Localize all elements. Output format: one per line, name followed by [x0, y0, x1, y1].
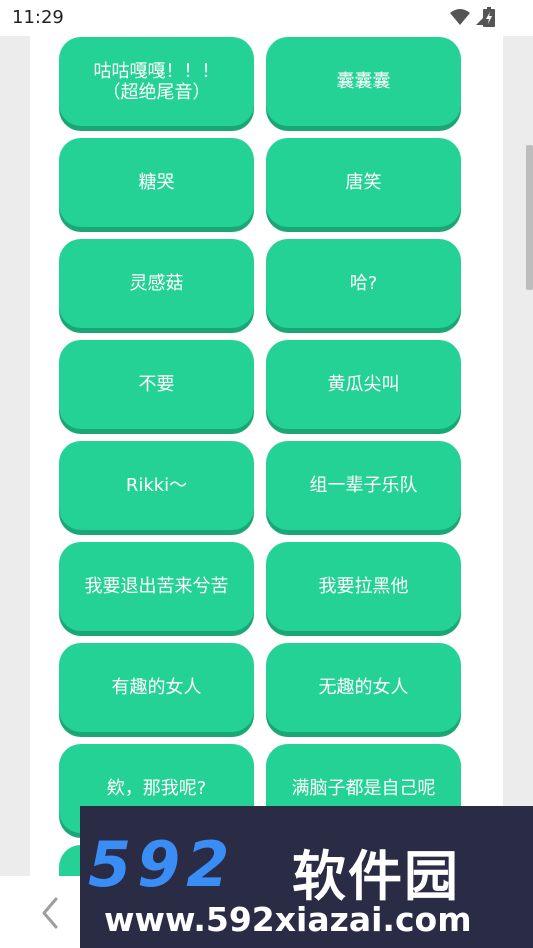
sound-button[interactable]: 黄瓜尖叫 [266, 340, 461, 429]
wifi-icon [450, 9, 470, 25]
sound-button[interactable]: 我要退出苦来兮苦 [59, 542, 254, 631]
status-bar: 11:29 [0, 0, 533, 36]
sound-button[interactable]: Rikki～ [59, 441, 254, 530]
back-chevron-icon[interactable] [38, 896, 62, 930]
sound-button[interactable]: 有趣的女人 [59, 643, 254, 732]
watermark-banner: 592 软件园 www.592xiazai.com [80, 806, 533, 948]
watermark-url: www.592xiazai.com [104, 900, 472, 939]
sound-button[interactable]: 灵感菇 [59, 239, 254, 328]
sound-button-grid: 咕咕嘎嘎！！！ （超绝尾音） 囊囊囊 糖哭 唐笑 灵感菇 哈? 不要 黄瓜尖叫 … [59, 37, 461, 934]
sound-button[interactable]: 唐笑 [266, 138, 461, 227]
status-time: 11:29 [12, 7, 64, 28]
left-gutter [0, 36, 30, 876]
scrollbar-thumb[interactable] [526, 145, 533, 290]
sound-button[interactable]: 哈? [266, 239, 461, 328]
sound-button[interactable]: 糖哭 [59, 138, 254, 227]
sound-button[interactable]: 无趣的女人 [266, 643, 461, 732]
sound-button[interactable]: 咕咕嘎嘎！！！ （超绝尾音） [59, 37, 254, 126]
sound-button[interactable]: 组一辈子乐队 [266, 441, 461, 530]
sound-button[interactable]: 不要 [59, 340, 254, 429]
sound-button[interactable]: 囊囊囊 [266, 37, 461, 126]
watermark-logo-number: 592 [88, 828, 236, 901]
battery-charging-icon [483, 7, 495, 27]
sound-button[interactable]: 我要拉黑他 [266, 542, 461, 631]
